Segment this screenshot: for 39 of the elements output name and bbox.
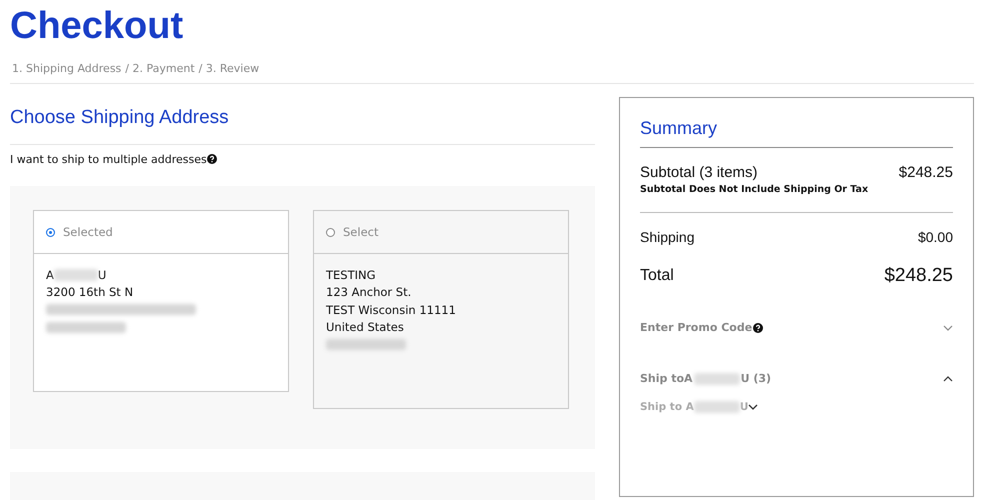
address-line: TESTING xyxy=(326,268,376,282)
summary-title: Summary xyxy=(640,118,718,139)
checkout-step: / 2. Payment xyxy=(125,62,195,75)
redacted-text xyxy=(54,268,98,281)
subtotal-note: Subtotal Does Not Include Shipping Or Tax xyxy=(640,184,870,195)
subtotal-value: $248.25 xyxy=(898,164,953,181)
page-title: Checkout xyxy=(10,4,184,48)
total-value: $248.25 xyxy=(884,265,953,287)
help-icon[interactable] xyxy=(206,154,217,164)
address-card[interactable]: Selected A U 3200 16th St N xyxy=(33,210,289,392)
radio-label: Selected xyxy=(63,225,113,239)
ship-to-item[interactable]: U xyxy=(740,401,748,413)
subtotal-label: Subtotal (3 items) xyxy=(640,164,758,181)
total-label: Total xyxy=(640,267,674,285)
redacted-text xyxy=(694,401,740,413)
multiple-addresses-label: I want to ship to multiple addresses xyxy=(10,152,207,166)
ship-to-toggle[interactable]: U (3) xyxy=(740,372,772,385)
address-line: 123 Anchor St. xyxy=(326,285,412,300)
ship-to-item[interactable]: Ship to A xyxy=(640,401,694,413)
redacted-text xyxy=(694,372,740,384)
ship-to-toggle[interactable]: Ship toA xyxy=(640,372,693,385)
section-title: Choose Shipping Address xyxy=(10,107,230,129)
address-name: U xyxy=(98,268,106,282)
help-icon[interactable] xyxy=(753,322,764,332)
promo-code-toggle[interactable]: Enter Promo Code xyxy=(640,321,752,334)
address-card[interactable]: Select TESTING 123 Anchor St. TEST Wisconsin 11111 United States xyxy=(313,210,569,409)
checkout-step: 1. Shipping Address xyxy=(12,62,122,75)
shipping-value: $0.00 xyxy=(918,229,953,245)
radio-label: Select xyxy=(343,225,378,239)
checkout-step: / 3. Review xyxy=(198,62,260,75)
radio-button[interactable] xyxy=(46,228,55,236)
chevron-icon[interactable] xyxy=(943,376,953,382)
address-line: United States xyxy=(326,320,404,334)
address-line: 3200 16th St N xyxy=(46,285,134,300)
address-line: TEST Wisconsin 11111 xyxy=(326,302,456,317)
address-name: A xyxy=(46,268,54,282)
shipping-label: Shipping xyxy=(640,229,694,245)
radio-button[interactable] xyxy=(326,228,335,236)
chevron-icon[interactable] xyxy=(748,404,758,410)
